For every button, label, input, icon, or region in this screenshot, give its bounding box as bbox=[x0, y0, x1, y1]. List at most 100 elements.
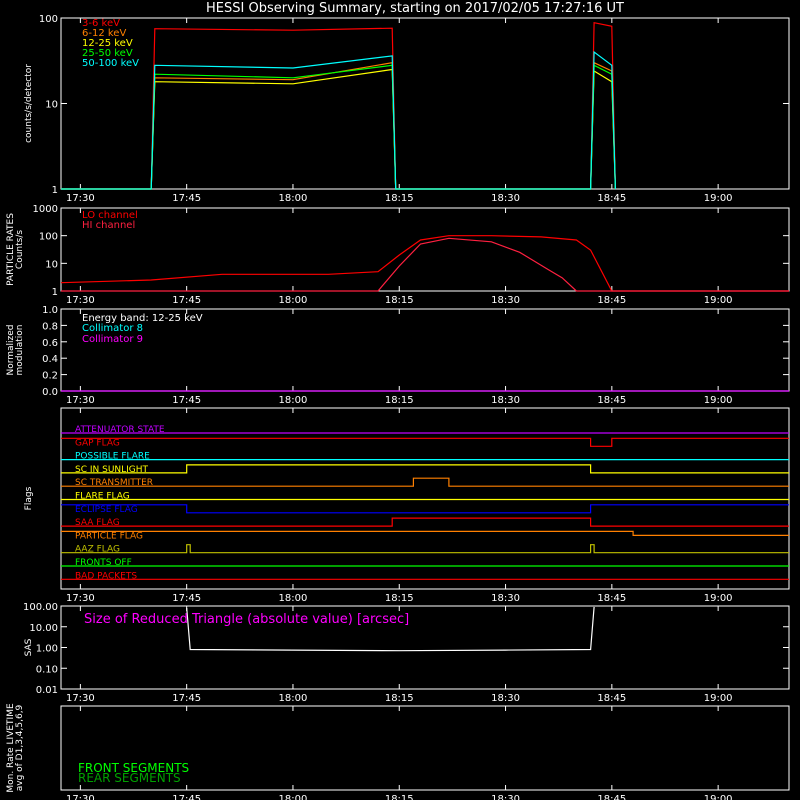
series-line-3-6-kev bbox=[61, 21, 616, 190]
x-tick-label: 17:30 bbox=[66, 395, 95, 406]
x-tick-label: 18:15 bbox=[385, 693, 414, 704]
x-tick-label: 17:30 bbox=[66, 794, 95, 800]
x-tick-label: 18:30 bbox=[491, 193, 520, 204]
y-tick-label: 100 bbox=[39, 232, 58, 243]
y-tick-label: 1 bbox=[52, 287, 58, 298]
panel-annotation: Size of Reduced Triangle (absolute value… bbox=[84, 612, 409, 627]
panel-particle: 17:30 17:45 18:00 18:15 18:30 18:45 19:00PARTI… bbox=[6, 204, 790, 306]
legend-label: Collimator 8 bbox=[82, 323, 143, 334]
x-tick-label: 18:00 bbox=[279, 193, 308, 204]
x-tick-label: 17:30 bbox=[66, 295, 95, 306]
series-line-hi-channel bbox=[61, 237, 789, 292]
series-line-sc-in-sunlight bbox=[61, 464, 789, 474]
series-line-particle-flag bbox=[61, 530, 789, 537]
y-tick-label: 0.8 bbox=[42, 321, 58, 332]
series-line-saa-flag bbox=[61, 517, 789, 527]
legend-label: ATTENUATOR STATE bbox=[75, 425, 165, 435]
x-tick-label: 18:45 bbox=[597, 693, 626, 704]
series-line-gap-flag bbox=[61, 437, 789, 447]
x-tick-label: 19:00 bbox=[704, 295, 733, 306]
series-line-6-12-kev bbox=[61, 61, 616, 190]
counts-frame bbox=[60, 17, 790, 190]
x-tick-label: 18:30 bbox=[491, 395, 520, 406]
y-tick-label: 0.4 bbox=[42, 354, 58, 365]
series-line-lo-channel bbox=[60, 235, 789, 292]
y-axis-label: SAS bbox=[24, 638, 34, 656]
legend-label: SC IN SUNLIGHT bbox=[75, 465, 149, 475]
x-tick-label: 18:45 bbox=[597, 593, 626, 604]
legend-label: ECLIPSE FLAG bbox=[75, 505, 138, 515]
x-tick-label: 18:00 bbox=[279, 693, 308, 704]
legend-label: BAD PACKETS bbox=[75, 571, 137, 581]
x-tick-label: 18:00 bbox=[279, 593, 308, 604]
legend-label: HI channel bbox=[82, 220, 135, 231]
x-tick-label: 18:00 bbox=[279, 295, 308, 306]
y-tick-label: 10.00 bbox=[29, 623, 58, 634]
y-axis-label: modulation bbox=[15, 325, 25, 376]
y-tick-label: 100.00 bbox=[23, 602, 58, 613]
legend-label: FRONTS OFF bbox=[75, 558, 132, 568]
series-line-eclipse-flag bbox=[61, 504, 789, 514]
x-tick-label: 18:45 bbox=[597, 395, 626, 406]
x-tick-label: 18:30 bbox=[491, 295, 520, 306]
x-tick-label: 17:45 bbox=[172, 395, 201, 406]
series-line-aaz-flag bbox=[61, 544, 789, 554]
x-tick-label: 19:00 bbox=[704, 193, 733, 204]
x-tick-label: 18:30 bbox=[491, 593, 520, 604]
legend-label: FLARE FLAG bbox=[75, 492, 130, 502]
x-tick-label: 17:45 bbox=[172, 295, 201, 306]
panel-livetime: 17:30 17:45 18:00 18:15 18:30 18:45 19:00Mon. … bbox=[6, 703, 790, 800]
x-tick-label: 17:30 bbox=[66, 693, 95, 704]
panel-counts: 17:30 17:45 18:00 18:15 18:30 18:45 19:00 count… bbox=[24, 14, 790, 204]
y-axis-label: avg of D1,3,4,5,6,9 bbox=[15, 704, 25, 791]
y-axis-label: Counts/s bbox=[15, 230, 25, 269]
legend-label: PARTICLE FLAG bbox=[75, 531, 143, 541]
y-tick-label: 0.10 bbox=[36, 664, 58, 675]
x-tick-label: 19:00 bbox=[704, 794, 733, 800]
x-tick-label: 18:30 bbox=[491, 794, 520, 800]
x-tick-label: 18:45 bbox=[597, 295, 626, 306]
x-tick-label: 17:30 bbox=[66, 193, 95, 204]
legend-label: AAZ FLAG bbox=[75, 545, 120, 555]
figure-title: HESSI Observing Summary, starting on 201… bbox=[206, 1, 624, 16]
x-tick-label: 19:00 bbox=[704, 693, 733, 704]
legend-label: REAR SEGMENTS bbox=[78, 771, 181, 785]
legend-label: SC TRANSMITTER bbox=[75, 478, 153, 488]
x-tick-label: 18:00 bbox=[279, 395, 308, 406]
panels: 17:30 17:45 18:00 18:15 18:30 18:45 19:00 count… bbox=[6, 14, 790, 800]
legend-label: GAP FLAG bbox=[75, 438, 120, 448]
panel-sas: 17:30 17:45 18:00 18:15 18:30 18:45 19:00SAS0.… bbox=[23, 602, 790, 704]
y-tick-label: 0.6 bbox=[42, 338, 58, 349]
x-tick-label: 17:30 bbox=[66, 593, 95, 604]
x-tick-label: 18:15 bbox=[385, 395, 414, 406]
y-tick-label: 0.01 bbox=[36, 685, 58, 696]
y-tick-label: 10 bbox=[45, 259, 58, 270]
legend-label: POSSIBLE FLARE bbox=[75, 452, 150, 462]
y-tick-label: 1.0 bbox=[42, 305, 58, 316]
x-tick-label: 17:45 bbox=[172, 593, 201, 604]
series-line-sc-transmitter bbox=[61, 477, 789, 487]
y-tick-label: 0.0 bbox=[42, 387, 58, 398]
y-tick-label: 100 bbox=[39, 14, 58, 25]
x-tick-label: 18:15 bbox=[385, 794, 414, 800]
x-tick-label: 17:45 bbox=[172, 193, 201, 204]
y-axis-label: Flags bbox=[24, 486, 34, 510]
series-line-25-50-kev bbox=[61, 64, 616, 190]
y-tick-label: 1 bbox=[52, 185, 58, 196]
hessi-summary-figure: HESSI Observing Summary, starting on 201… bbox=[6, 1, 790, 800]
y-axis-label: counts/s/detector bbox=[24, 64, 34, 143]
x-tick-label: 18:30 bbox=[491, 693, 520, 704]
x-tick-label: 18:15 bbox=[385, 593, 414, 604]
legend-label: SAA FLAG bbox=[75, 518, 120, 528]
x-tick-label: 18:45 bbox=[597, 794, 626, 800]
x-tick-label: 18:45 bbox=[597, 193, 626, 204]
x-tick-label: 18:15 bbox=[385, 295, 414, 306]
panel-annotation: Energy band: 12-25 keV bbox=[82, 313, 203, 324]
flags-frame bbox=[60, 407, 790, 590]
panel-flags: 17:30 17:45 18:00 18:15 18:30 18:45 19:00 Flags… bbox=[24, 407, 790, 604]
x-tick-label: 18:00 bbox=[279, 794, 308, 800]
y-tick-label: 1.00 bbox=[36, 644, 58, 655]
y-tick-label: 0.2 bbox=[42, 371, 58, 382]
series-line-12-25-kev bbox=[61, 68, 616, 190]
y-tick-label: 10 bbox=[45, 100, 58, 111]
